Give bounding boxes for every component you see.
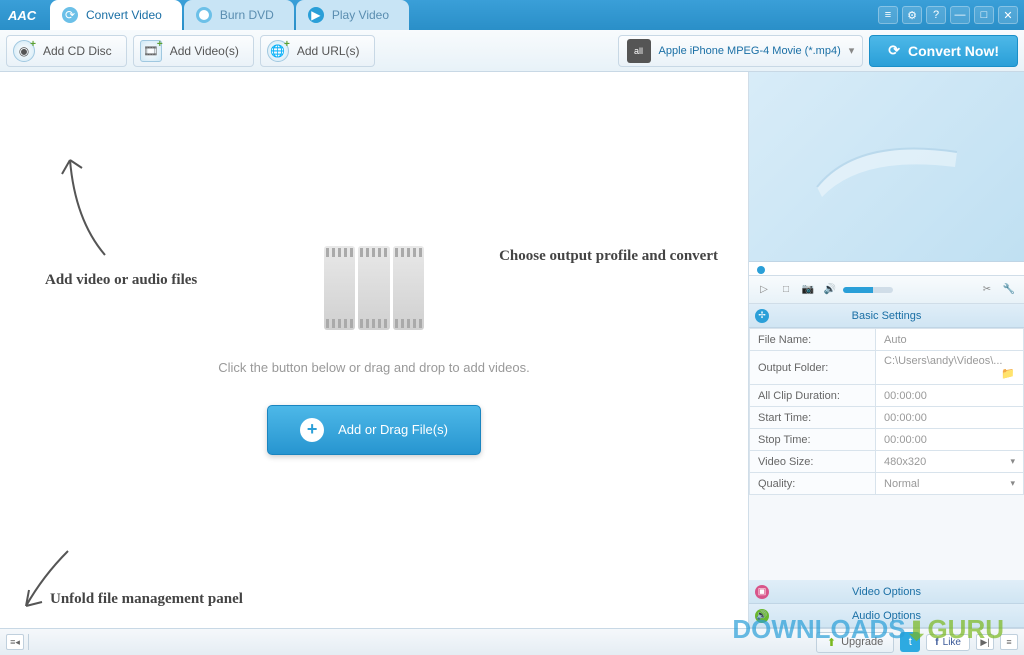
window-controls: ≡ ⚙ ? — □ ✕ xyxy=(878,6,1024,24)
volume-slider[interactable] xyxy=(843,287,893,293)
tab-play-video[interactable]: ▶ Play Video xyxy=(296,0,409,30)
gear-icon[interactable]: ⚙ xyxy=(902,6,922,24)
setting-label: Quality: xyxy=(750,473,876,495)
video-options-header[interactable]: ▣ Video Options xyxy=(749,580,1024,604)
refresh-icon: ⟳ xyxy=(62,7,78,23)
maximize-button[interactable]: □ xyxy=(974,6,994,24)
section-title: Video Options xyxy=(852,586,921,598)
tab-label: Convert Video xyxy=(86,8,162,22)
filmstrip-curl-icon xyxy=(807,127,967,207)
button-label: Add or Drag File(s) xyxy=(338,422,448,437)
section-title: Basic Settings xyxy=(852,310,922,322)
panel-toggle-button[interactable]: ≡◂ xyxy=(6,634,24,650)
edit-button[interactable]: 🔧 xyxy=(1000,282,1018,298)
file-name-value[interactable]: Auto xyxy=(876,329,1024,351)
setting-label: Start Time: xyxy=(750,407,876,429)
button-label: Add CD Disc xyxy=(43,44,112,58)
video-icon: ▣ xyxy=(755,585,769,599)
prev-button[interactable]: ▶| xyxy=(976,634,994,650)
add-cd-disc-button[interactable]: ◉+ Add CD Disc xyxy=(6,35,127,67)
play-button[interactable]: ▷ xyxy=(755,282,773,298)
add-urls-button[interactable]: 🌐+ Add URL(s) xyxy=(260,35,375,67)
add-or-drag-files-button[interactable]: + Add or Drag File(s) xyxy=(267,405,481,455)
chevron-down-icon: ▾ xyxy=(1010,478,1015,489)
audio-icon: 🔊 xyxy=(755,609,769,623)
arrow-annotation xyxy=(55,150,125,260)
refresh-icon: ⟳ xyxy=(888,42,900,59)
preview-area xyxy=(749,72,1024,262)
help-icon[interactable]: ? xyxy=(926,6,946,24)
annotation-unfold-panel: Unfold file management panel xyxy=(50,591,243,608)
basic-settings-table: File Name: Auto Output Folder: C:\Users\… xyxy=(749,328,1024,495)
plus-icon: + xyxy=(300,418,324,442)
globe-icon: 🌐+ xyxy=(267,40,289,62)
app-logo: AAC xyxy=(0,8,50,23)
twitter-button[interactable]: t xyxy=(900,632,920,652)
toolbar: ◉+ Add CD Disc 🎞+ Add Video(s) 🌐+ Add UR… xyxy=(0,30,1024,72)
basic-settings-header[interactable]: ✢ Basic Settings xyxy=(749,304,1024,328)
video-size-select[interactable]: 480x320▾ xyxy=(876,451,1024,473)
status-bar: ≡◂ ⬆ Upgrade t f Like ▶| ≡ xyxy=(0,628,1024,655)
right-panel: ▷ □ 📷 🔊 ✂ 🔧 ✢ Basic Settings File Name: … xyxy=(748,72,1024,628)
tab-convert-video[interactable]: ⟳ Convert Video xyxy=(50,0,182,30)
main-tabs: ⟳ Convert Video Burn DVD ▶ Play Video xyxy=(50,0,878,30)
setting-label: Output Folder: xyxy=(750,351,876,385)
play-icon: ▶ xyxy=(308,7,324,23)
close-button[interactable]: ✕ xyxy=(998,6,1018,24)
setting-label: File Name: xyxy=(750,329,876,351)
volume-icon[interactable]: 🔊 xyxy=(821,282,839,298)
annotation-add-files: Add video or audio files xyxy=(45,272,197,289)
convert-now-button[interactable]: ⟳ Convert Now! xyxy=(869,35,1018,67)
list-button[interactable]: ≡ xyxy=(1000,634,1018,650)
snapshot-button[interactable]: 📷 xyxy=(799,282,817,298)
setting-label: Stop Time: xyxy=(750,429,876,451)
setting-label: All Clip Duration: xyxy=(750,385,876,407)
audio-options-header[interactable]: 🔊 Audio Options xyxy=(749,604,1024,628)
video-file-icon: 🎞+ xyxy=(140,40,162,62)
playback-progress[interactable] xyxy=(749,262,1024,276)
chevron-down-icon: ▾ xyxy=(1010,456,1015,467)
facebook-like-button[interactable]: f Like xyxy=(926,634,970,651)
main-area: Add video or audio files Choose output p… xyxy=(0,72,1024,628)
minimize-button[interactable]: — xyxy=(950,6,970,24)
tab-burn-dvd[interactable]: Burn DVD xyxy=(184,0,294,30)
menu-icon[interactable]: ≡ xyxy=(878,6,898,24)
button-label: Upgrade xyxy=(841,636,883,648)
output-folder-value[interactable]: C:\Users\andy\Videos\...📁 xyxy=(876,351,1024,385)
section-title: Audio Options xyxy=(852,610,921,622)
button-label: Add URL(s) xyxy=(297,44,360,58)
button-label: Convert Now! xyxy=(908,43,999,59)
drop-hint-text: Click the button below or drag and drop … xyxy=(218,360,529,375)
tab-label: Burn DVD xyxy=(220,8,274,22)
setting-label: Video Size: xyxy=(750,451,876,473)
button-label: Add Video(s) xyxy=(170,44,239,58)
settings-icon: ✢ xyxy=(755,309,769,323)
disc-icon: ◉+ xyxy=(13,40,35,62)
upgrade-button[interactable]: ⬆ Upgrade xyxy=(816,632,894,653)
disc-icon xyxy=(196,7,212,23)
start-time-value[interactable]: 00:00:00 xyxy=(876,407,1024,429)
facebook-icon: f xyxy=(935,637,938,648)
stop-button[interactable]: □ xyxy=(777,282,795,298)
annotation-choose-profile: Choose output profile and convert xyxy=(499,248,718,265)
tab-label: Play Video xyxy=(332,8,389,22)
button-label: Like xyxy=(943,637,961,648)
folder-icon[interactable]: 📁 xyxy=(1001,367,1015,380)
add-videos-button[interactable]: 🎞+ Add Video(s) xyxy=(133,35,254,67)
filmstrip-icon xyxy=(324,246,424,330)
output-profile-selector[interactable]: all Apple iPhone MPEG-4 Movie (*.mp4) ▾ xyxy=(618,35,864,67)
clip-duration-value: 00:00:00 xyxy=(876,385,1024,407)
quality-select[interactable]: Normal▾ xyxy=(876,473,1024,495)
up-arrow-icon: ⬆ xyxy=(827,636,836,649)
media-controls: ▷ □ 📷 🔊 ✂ 🔧 xyxy=(749,276,1024,304)
all-formats-icon: all xyxy=(627,39,651,63)
file-drop-panel: Add video or audio files Choose output p… xyxy=(0,72,748,628)
cut-button[interactable]: ✂ xyxy=(978,282,996,298)
profile-label: Apple iPhone MPEG-4 Movie (*.mp4) xyxy=(659,45,841,57)
chevron-down-icon: ▾ xyxy=(849,44,855,57)
title-bar: AAC ⟳ Convert Video Burn DVD ▶ Play Vide… xyxy=(0,0,1024,30)
stop-time-value[interactable]: 00:00:00 xyxy=(876,429,1024,451)
